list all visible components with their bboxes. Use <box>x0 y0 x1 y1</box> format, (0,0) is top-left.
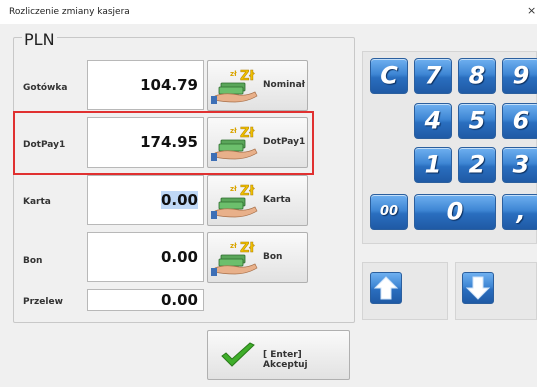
coin-small-text: zł <box>230 242 237 250</box>
key-2[interactable]: 2 <box>458 147 496 183</box>
highlight-frame <box>13 111 314 175</box>
key-9[interactable]: 9 <box>502 58 537 94</box>
amount-field-karta[interactable]: 0.00 <box>87 175 204 225</box>
key-4[interactable]: 4 <box>414 103 452 139</box>
coin-small-text: zł <box>230 70 237 78</box>
key-0[interactable]: 0 <box>414 194 496 230</box>
key-5[interactable]: 5 <box>458 103 496 139</box>
amount-field-przelew[interactable]: 0.00 <box>87 289 204 311</box>
coin-big-text: Zł <box>240 184 255 199</box>
amount-field-bon[interactable]: 0.00 <box>87 232 204 282</box>
accept-button-label: [ Enter] Akceptuj <box>263 350 308 370</box>
window-title: Rozliczenie zmiany kasjera <box>9 7 130 17</box>
arrow-down-button[interactable] <box>462 272 494 304</box>
key-00[interactable]: 00 <box>370 194 408 230</box>
nominal-button[interactable]: zł Zł Nominał <box>207 60 308 111</box>
key-clear[interactable]: C <box>370 58 408 94</box>
arrow-up-button[interactable] <box>370 272 402 304</box>
coin-big-text: Zł <box>240 241 255 256</box>
bon-button-label: Bon <box>263 252 283 262</box>
key-8[interactable]: 8 <box>458 58 496 94</box>
nominal-button-label: Nominał <box>263 80 305 90</box>
bon-button[interactable]: zł Zł Bon <box>207 232 308 283</box>
key-1[interactable]: 1 <box>414 147 452 183</box>
key-6[interactable]: 6 <box>502 103 537 139</box>
cash-hand-icon: zł Zł <box>211 66 261 106</box>
arrow-down-icon <box>465 276 491 300</box>
row-label-gotowka: Gotówka <box>23 83 68 93</box>
key-comma[interactable]: , <box>502 194 537 230</box>
currency-label: PLN <box>22 30 57 49</box>
coin-big-text: Zł <box>240 69 255 84</box>
key-7[interactable]: 7 <box>414 58 452 94</box>
accept-button[interactable]: [ Enter] Akceptuj <box>207 330 350 380</box>
amount-field-gotowka[interactable]: 104.79 <box>87 60 204 110</box>
row-label-przelew: Przelew <box>23 297 63 307</box>
cash-hand-icon: zł Zł <box>211 181 261 221</box>
close-button[interactable]: × <box>527 4 537 17</box>
karta-button[interactable]: zł Zł Karta <box>207 175 308 226</box>
row-label-karta: Karta <box>23 197 51 207</box>
selected-text: 0.00 <box>160 191 198 209</box>
title-bar: Rozliczenie zmiany kasjera × <box>0 0 537 24</box>
cash-hand-icon: zł Zł <box>211 238 261 278</box>
karta-button-label: Karta <box>263 195 291 205</box>
checkmark-icon <box>221 342 255 367</box>
row-label-bon: Bon <box>23 256 43 266</box>
arrow-up-icon <box>373 276 399 300</box>
coin-small-text: zł <box>230 185 237 193</box>
key-3[interactable]: 3 <box>502 147 537 183</box>
